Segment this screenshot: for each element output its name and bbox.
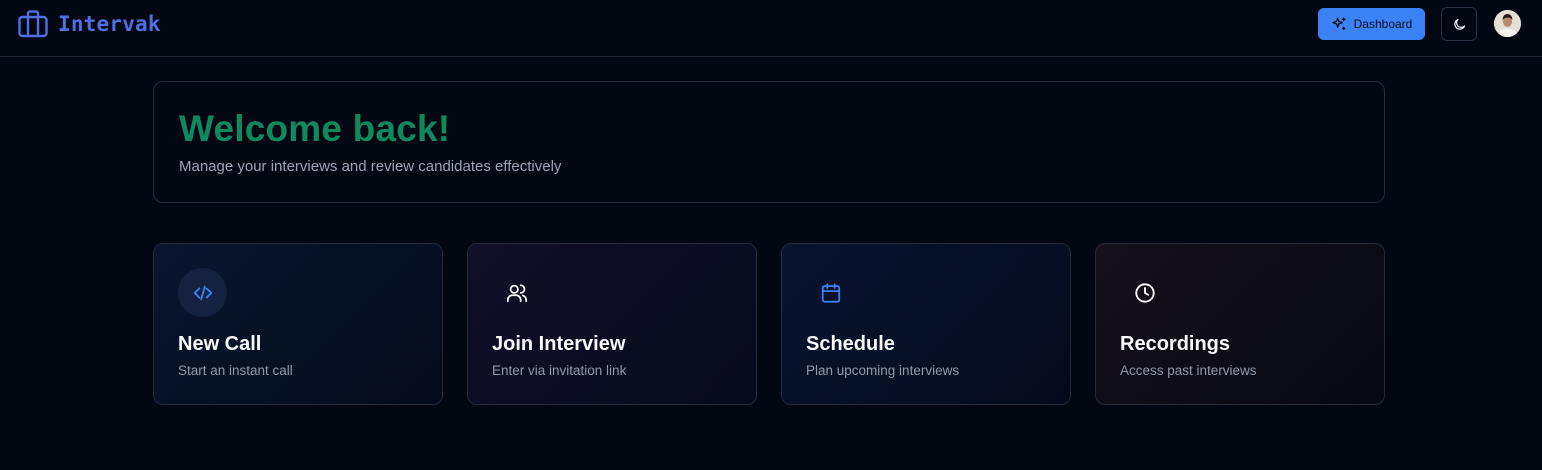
card-subtitle: Plan upcoming interviews — [806, 363, 960, 378]
recordings-icon-wrap — [1120, 268, 1169, 317]
card-title: New Call — [178, 333, 262, 355]
welcome-card: Welcome back! Manage your interviews and… — [153, 81, 1385, 203]
schedule-icon-wrap — [806, 268, 855, 317]
users-icon — [506, 283, 527, 302]
recordings-card[interactable]: Recordings Access past interviews — [1095, 243, 1385, 405]
sparkles-icon — [1331, 17, 1346, 30]
clock-icon — [1134, 282, 1155, 303]
avatar-image — [1494, 10, 1521, 37]
brand-logo-link[interactable]: Intervak — [18, 9, 161, 39]
card-title: Join Interview — [492, 333, 626, 355]
top-navbar: Intervak Dashboard — [0, 0, 1542, 57]
card-subtitle: Enter via invitation link — [492, 363, 627, 378]
dashboard-button[interactable]: Dashboard — [1318, 8, 1425, 40]
user-avatar[interactable] — [1494, 10, 1521, 37]
theme-toggle-button[interactable] — [1441, 7, 1477, 41]
calendar-icon — [821, 282, 840, 303]
card-title: Recordings — [1120, 333, 1231, 355]
join-interview-card[interactable]: Join Interview Enter via invitation link — [467, 243, 757, 405]
card-subtitle: Access past interviews — [1120, 363, 1257, 378]
welcome-subtitle: Manage your interviews and review candid… — [179, 158, 562, 175]
dashboard-button-label: Dashboard — [1353, 17, 1413, 31]
brand-name: Intervak — [58, 12, 161, 36]
new-call-icon-wrap — [178, 268, 227, 317]
card-title: Schedule — [806, 333, 895, 355]
schedule-card[interactable]: Schedule Plan upcoming interviews — [781, 243, 1071, 405]
briefcase-icon — [18, 10, 48, 38]
welcome-title: Welcome back! — [179, 108, 451, 149]
join-interview-icon-wrap — [492, 268, 541, 317]
code-icon — [193, 285, 212, 300]
moon-icon — [1453, 18, 1465, 30]
new-call-card[interactable]: New Call Start an instant call — [153, 243, 443, 405]
card-subtitle: Start an instant call — [178, 363, 293, 378]
